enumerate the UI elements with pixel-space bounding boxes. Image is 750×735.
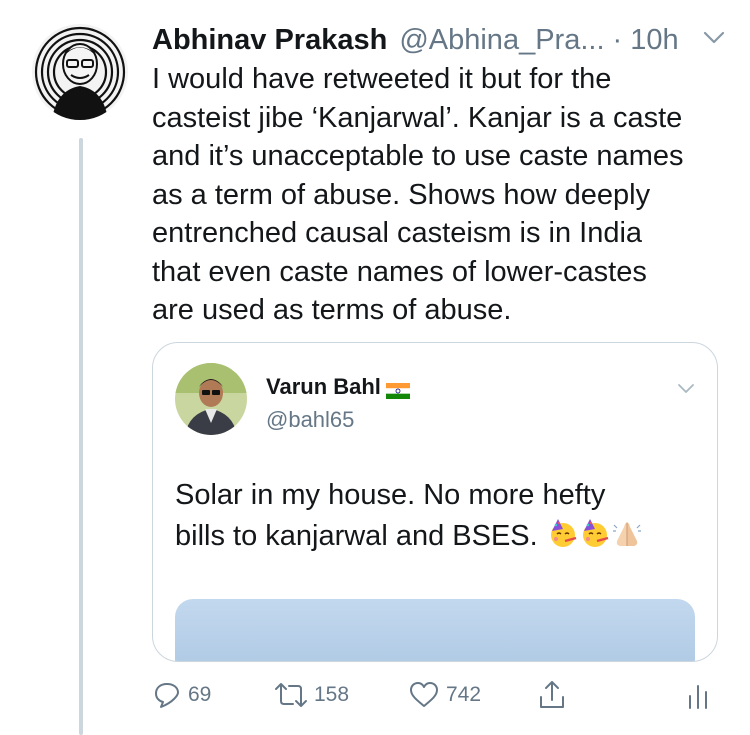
quoted-tweet[interactable]: Varun Bahl @bahl65 Solar in my house. No… bbox=[152, 342, 718, 662]
quoted-media-image[interactable] bbox=[175, 599, 695, 661]
quoted-text-line: bills to kanjarwal and BSES. bbox=[175, 520, 538, 552]
chevron-down-icon[interactable] bbox=[677, 383, 695, 395]
quoted-author-name-row: Varun Bahl bbox=[266, 374, 410, 400]
folded-hands-icon bbox=[612, 522, 641, 546]
author-avatar[interactable] bbox=[32, 24, 128, 120]
tweet-text-line: and it’s unacceptable to use caste names bbox=[152, 140, 684, 172]
tweet-text: I would have retweeted it but for the ca… bbox=[152, 60, 727, 330]
analytics-icon bbox=[689, 685, 707, 709]
like-button[interactable]: 742 bbox=[408, 676, 481, 714]
analytics-button[interactable] bbox=[686, 676, 710, 714]
reply-count: 69 bbox=[188, 683, 212, 706]
retweet-count: 158 bbox=[314, 683, 350, 706]
tweet-text-line: I would have retweeted it but for the bbox=[152, 63, 612, 95]
quoted-text-line-2: bills to kanjarwal and BSES. bbox=[175, 516, 705, 557]
like-count: 742 bbox=[446, 683, 482, 706]
quoted-author-name[interactable]: Varun Bahl bbox=[266, 374, 381, 400]
tweet-text-line: that even caste names of lower-castes bbox=[152, 255, 647, 288]
action-bar: 69 158 742 bbox=[152, 676, 722, 716]
quoted-author-avatar[interactable] bbox=[175, 363, 247, 435]
author-handle[interactable]: @Abhina_Pra... bbox=[399, 24, 604, 57]
share-button[interactable] bbox=[538, 676, 566, 714]
tweet-header: Abhinav Prakash @Abhina_Pra... · 10h bbox=[152, 20, 730, 60]
thread-line bbox=[79, 138, 83, 735]
author-name[interactable]: Abhinav Prakash bbox=[152, 24, 387, 57]
quoted-tweet-text: Solar in my house. No more hefty bills t… bbox=[175, 475, 705, 557]
partying-face-icon bbox=[582, 519, 609, 547]
share-icon bbox=[540, 681, 564, 708]
quoted-text-line: Solar in my house. No more hefty bbox=[175, 479, 606, 511]
reply-icon bbox=[155, 683, 179, 708]
tweet-time[interactable]: · 10h bbox=[613, 24, 679, 57]
india-flag-icon bbox=[385, 379, 410, 399]
quoted-author-handle[interactable]: @bahl65 bbox=[266, 407, 354, 433]
retweet-icon bbox=[275, 683, 307, 707]
retweet-button[interactable]: 158 bbox=[274, 676, 349, 714]
chevron-down-icon[interactable] bbox=[702, 30, 726, 46]
tweet-text-line: entrenched causal casteism is in India bbox=[152, 217, 643, 249]
heart-icon bbox=[410, 682, 438, 707]
tweet-text-line: casteist jibe ‘Kanjarwal’. Kanjar is a c… bbox=[152, 101, 683, 134]
tweet-text-line: are used as terms of abuse. bbox=[152, 294, 512, 326]
tweet-text-line: as a term of abuse. Shows how deeply bbox=[152, 178, 651, 211]
reply-button[interactable]: 69 bbox=[152, 676, 211, 714]
partying-face-icon bbox=[550, 519, 577, 547]
